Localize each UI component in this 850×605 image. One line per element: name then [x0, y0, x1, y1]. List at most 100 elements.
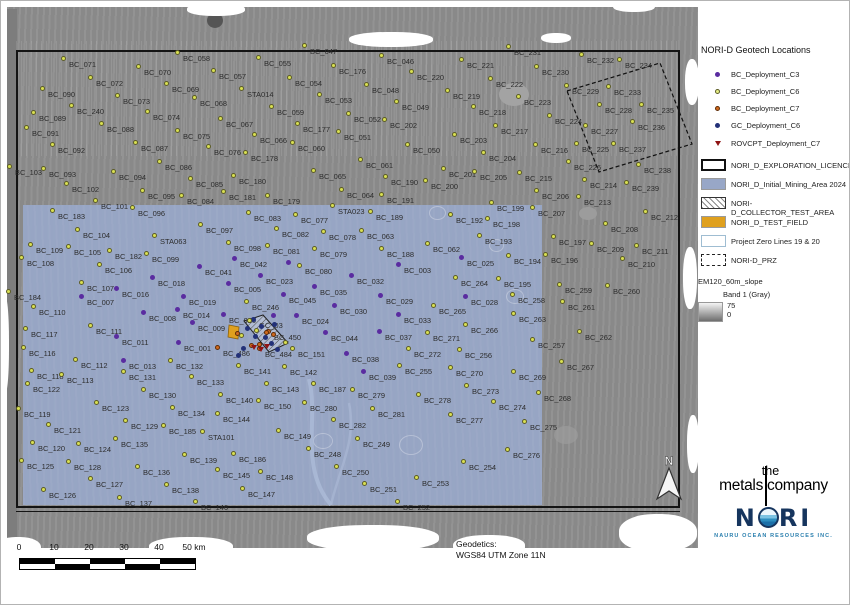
map-point: BC_183	[58, 206, 85, 224]
rovcpt-triangle-icon	[715, 141, 721, 146]
metals-company-logo: the metals company	[701, 465, 846, 494]
map-marker-c6	[283, 340, 288, 345]
map-point: BC_150	[264, 396, 291, 414]
map-point: BC_184	[14, 287, 41, 305]
hatch-swatch	[701, 197, 726, 209]
map-marker-c6	[239, 333, 244, 338]
map-point: BC_127	[96, 474, 123, 492]
map-point: BC_142	[290, 362, 317, 380]
nori-wave-o-icon	[758, 507, 779, 528]
raster-band-label: Band 1 (Gray)	[723, 290, 770, 299]
map-point: BC_097	[206, 220, 233, 238]
map-point: BC_135	[121, 434, 148, 452]
map-point: BC_076	[214, 142, 241, 160]
map-point: STA063	[160, 231, 187, 249]
map-point: BC_139	[190, 450, 217, 468]
map-point: BC_091	[32, 123, 59, 141]
map-point: BC_070	[144, 62, 171, 80]
raster-layer-name: EM120_60m_slope	[698, 277, 763, 286]
map-point: BC_029	[386, 291, 413, 309]
tmc-logo-line2: metals company	[701, 477, 846, 494]
map-point: BC_151	[298, 344, 325, 362]
map-point: BC_259	[565, 280, 592, 298]
scale-bar-graphic	[19, 558, 196, 570]
map-point: BC_250	[342, 462, 369, 480]
map-point: BC_239	[632, 178, 659, 196]
map-point: BC_062	[433, 239, 460, 257]
map-point: BC_276	[513, 445, 540, 463]
prz-swatch	[701, 254, 726, 266]
map-point: BC_208	[611, 219, 638, 237]
map-marker-gc	[236, 353, 241, 358]
map-point: BC_128	[74, 457, 101, 475]
map-marker-c6	[247, 318, 252, 323]
map-point: BC_235	[647, 100, 674, 118]
map-point: BC_207	[538, 203, 565, 221]
map-point: BC_136	[143, 462, 170, 480]
raster-min-value: 0	[727, 310, 731, 319]
test-field-swatch	[701, 216, 726, 228]
map-point: BC_228	[605, 100, 632, 118]
map-marker-gc	[263, 335, 268, 340]
map-point: BC_221	[467, 55, 494, 73]
map-point: BC_068	[200, 93, 227, 111]
map-point: BC_120	[38, 438, 65, 456]
map-point: BC_268	[544, 388, 571, 406]
map-point: BC_177	[303, 119, 330, 137]
map-point: BC_130	[149, 385, 176, 403]
map-point: BC_179	[273, 191, 300, 209]
map-point: BC_210	[628, 254, 655, 272]
map-point: STA023	[338, 201, 365, 219]
map-point: BC_028	[471, 292, 498, 310]
map-point: BC_038	[352, 349, 379, 367]
map-point: BC_255	[405, 361, 432, 379]
map-point: BC_075	[183, 126, 210, 144]
scale-tick: 20	[84, 542, 93, 552]
map-point: BC_124	[84, 439, 111, 457]
tmc-logo-bar	[765, 466, 767, 506]
map-point: BC_185	[169, 421, 196, 439]
legend-title: NORI-D Geotech Locations	[701, 45, 849, 55]
map-point: BC_121	[54, 420, 81, 438]
map-point: BC_253	[422, 473, 449, 491]
map-point: BC_011	[122, 332, 149, 350]
map-point: BC_030	[340, 301, 367, 319]
map-point: BC_079	[320, 244, 347, 262]
legend-item-gc-c6: GC_Deployment_C6	[701, 120, 849, 134]
map-point: BC_216	[541, 140, 568, 158]
map-point: BC_229	[572, 81, 599, 99]
map-figure: BC_047BC_231BC_058BC_232BC_046BC_055BC_0…	[0, 0, 850, 605]
map-point: BC_233	[614, 82, 641, 100]
map-point: BC_204	[489, 148, 516, 166]
c3-dot-icon	[715, 72, 720, 77]
scale-tick: 50 km	[182, 542, 205, 552]
map-point: BC_275	[530, 417, 557, 435]
map-point: BC_001	[184, 338, 211, 356]
map-point: BC_192	[456, 210, 483, 228]
map-point: STA014	[247, 84, 274, 102]
map-point: BC_214	[590, 175, 617, 193]
raster-max-value: 75	[727, 301, 735, 310]
map-point: BC_206	[542, 186, 569, 204]
map-point: BC_200	[431, 176, 458, 194]
map-point: BC_119	[24, 404, 51, 422]
map-point: BC_187	[319, 379, 346, 397]
map-point: BC_254	[469, 457, 496, 475]
map-point: BC_126	[49, 485, 76, 503]
map-point: BC_223	[524, 92, 551, 110]
map-marker-gc	[275, 347, 280, 352]
map-point: BC_045	[289, 290, 316, 308]
map-point: BC_094	[119, 167, 146, 185]
map-point: BC_059	[277, 102, 304, 120]
map-point: BC_101	[101, 196, 128, 214]
legend-item-bc-c3: BC_Deployment_C3	[701, 69, 849, 83]
map-point: BC_194	[514, 251, 541, 269]
map-marker-rov	[251, 345, 257, 350]
map-point: BC_217	[501, 121, 528, 139]
map-point: BC_258	[518, 290, 545, 308]
legend-item-mining-area: NORI_D_Initial_Mining_Area 2024	[701, 178, 849, 194]
map-point: BC_095	[148, 186, 175, 204]
map-point: BC_198	[493, 214, 520, 232]
map-point: BC_260	[613, 281, 640, 299]
map-point: BC_044	[331, 328, 358, 346]
